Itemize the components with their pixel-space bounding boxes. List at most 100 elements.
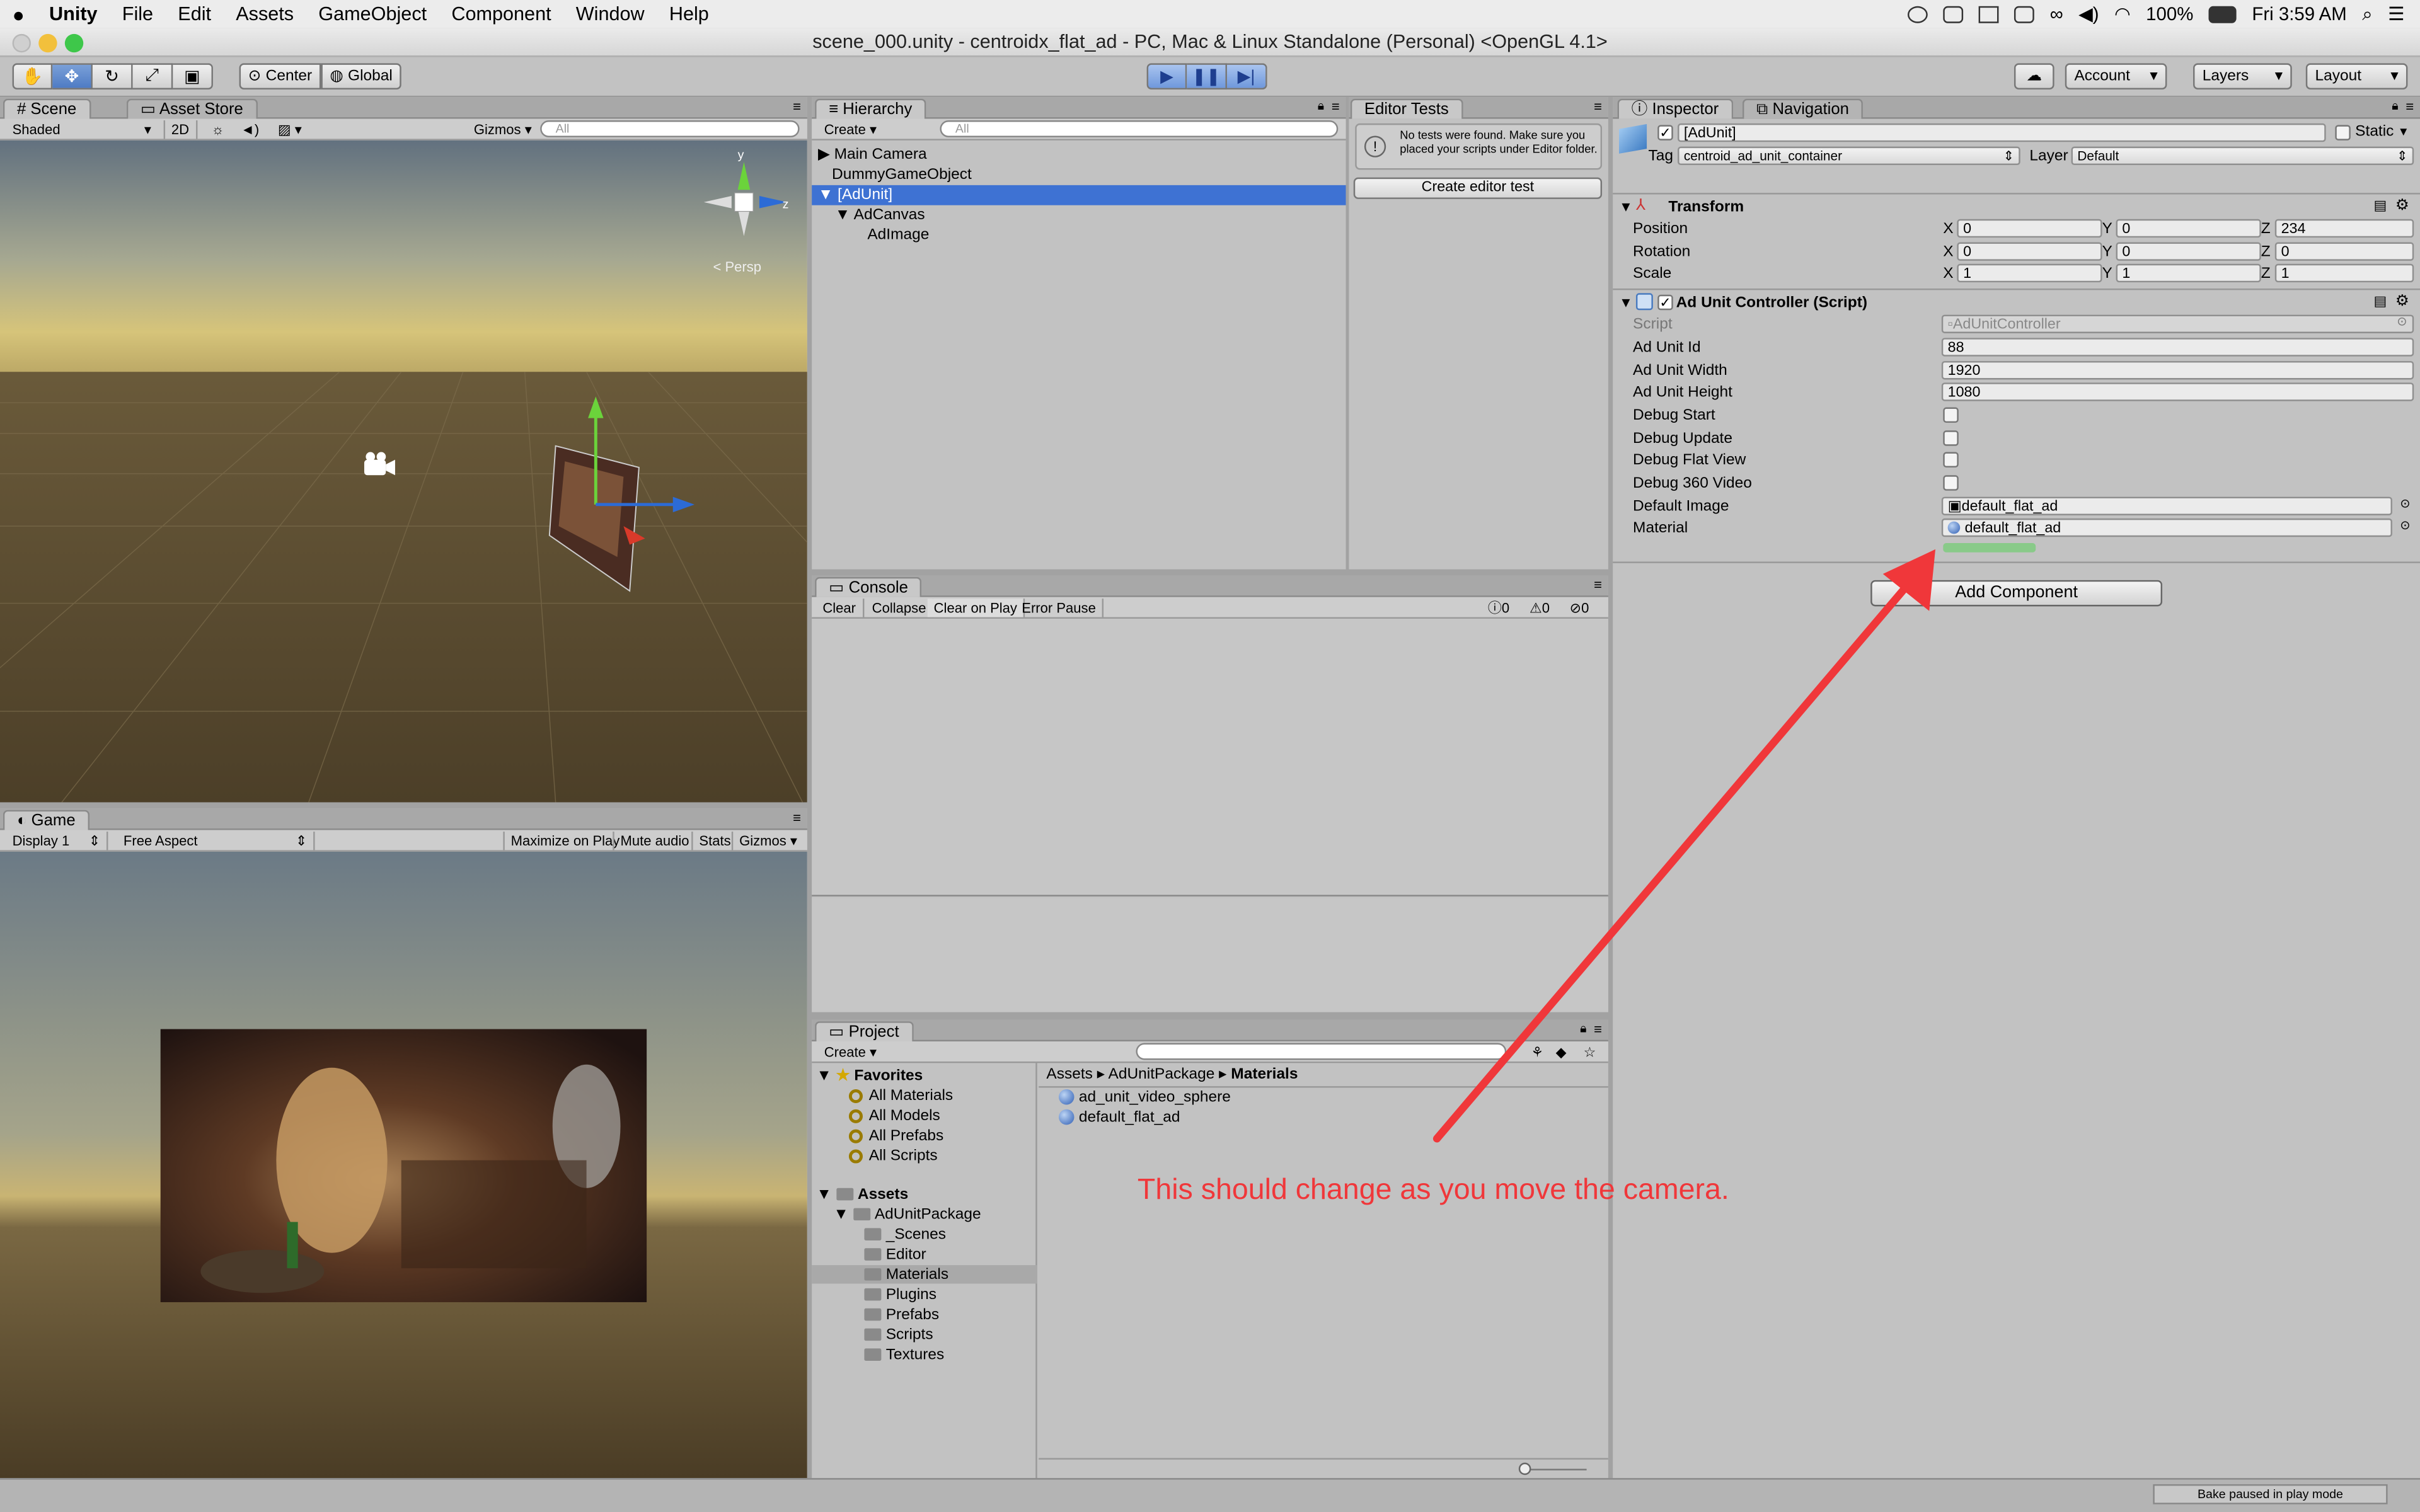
error-pause-toggle[interactable]: Error Pause (1015, 598, 1104, 617)
debug-update-checkbox[interactable] (1943, 430, 1959, 446)
folder-adunitpackage[interactable]: ▼ AdUnitPackage (833, 1205, 981, 1225)
tab-scene[interactable]: # Scene (3, 98, 91, 119)
zoom-window-button[interactable] (64, 33, 84, 53)
folder-scenes[interactable]: _Scenes (864, 1225, 946, 1246)
log-count-toggle[interactable]: ⓘ0 (1482, 598, 1516, 617)
scale-x-field[interactable]: 1 (1957, 263, 2102, 283)
help-book-icon[interactable]: ▤ (2374, 293, 2387, 310)
stats-toggle[interactable]: Stats (691, 832, 737, 850)
layer-dropdown[interactable]: Default ⇕ (2071, 146, 2414, 166)
panel-menu-icon[interactable]: ≡ (1594, 577, 1602, 592)
docker-icon[interactable] (1943, 5, 1964, 23)
icon-size-slider-track[interactable] (1521, 1469, 1587, 1470)
spotlight-search-icon[interactable]: ⌕ (2362, 3, 2372, 26)
favorite-all-prefabs[interactable]: All Prefabs (848, 1126, 943, 1147)
active-checkbox[interactable]: ✓ (1657, 125, 1673, 140)
tab-inspector[interactable]: ⓘ Inspector (1617, 98, 1733, 119)
panel-menu-icon[interactable]: ≡ (2406, 99, 2414, 114)
script-foldout-arrow-icon[interactable]: ▼ (1619, 295, 1633, 310)
panel-menu-icon[interactable]: ≡ (1594, 99, 1602, 114)
shading-mode-dropdown[interactable]: Shaded ▾ (6, 120, 158, 139)
ad-unit-height-field[interactable]: 1080 (1941, 382, 2414, 401)
tab-navigation[interactable]: ⧉ Navigation (1742, 98, 1864, 119)
transform-foldout-arrow-icon[interactable]: ▼ (1619, 199, 1633, 214)
position-z-field[interactable]: 234 (2274, 219, 2414, 238)
scene-search-input[interactable]: All (540, 120, 800, 137)
folder-plugins[interactable]: Plugins (864, 1285, 936, 1305)
close-window-button[interactable] (12, 33, 31, 53)
create-editor-test-button[interactable]: Create editor test (1353, 177, 1603, 199)
favorite-star-icon[interactable]: ☆ (1577, 1043, 1602, 1062)
ad-unit-id-field[interactable]: 88 (1941, 338, 2414, 357)
favorite-all-models[interactable]: All Models (848, 1106, 940, 1126)
console-collapse-button[interactable]: Collapse (866, 598, 934, 617)
console-log-list[interactable] (812, 619, 1608, 896)
breadcrumb-adunitpackage[interactable]: AdUnitPackage (1109, 1066, 1215, 1083)
help-book-icon[interactable]: ▤ (2374, 197, 2387, 214)
hierarchy-item-main-camera[interactable]: ▶ Main Camera (812, 145, 1345, 165)
game-viewport[interactable] (0, 851, 807, 1479)
debug-start-checkbox[interactable] (1943, 407, 1959, 423)
panel-menu-icon[interactable]: ≡ (793, 99, 801, 114)
lighting-toggle-icon[interactable]: ☼ (205, 120, 231, 139)
clock[interactable]: Fri 3:59 AM (2252, 3, 2346, 25)
menu-assets[interactable]: Assets (224, 3, 306, 25)
maximize-on-play-toggle[interactable]: Maximize on Play (503, 832, 626, 850)
rotate-tool-icon[interactable]: ↻ (92, 63, 133, 90)
menu-edit[interactable]: Edit (166, 3, 224, 25)
hierarchy-item-dummy[interactable]: DummyGameObject (812, 165, 1345, 185)
debug-360-video-checkbox[interactable] (1943, 475, 1959, 491)
icon-size-slider-thumb[interactable] (1518, 1462, 1531, 1475)
folder-scripts[interactable]: Scripts (864, 1326, 933, 1346)
error-count-toggle[interactable]: ⊘0 (1564, 598, 1595, 617)
menu-file[interactable]: File (110, 3, 166, 25)
ad-unit-width-field[interactable]: 1920 (1941, 361, 2414, 380)
warning-count-toggle[interactable]: ⚠0 (1523, 598, 1556, 617)
hierarchy-item-adunit[interactable]: ▼ [AdUnit] (812, 185, 1346, 205)
panel-menu-icon[interactable]: ≡ (793, 810, 801, 825)
drive-icon[interactable] (1979, 5, 1999, 23)
move-tool-icon[interactable]: ✥ (52, 63, 93, 90)
collab-cloud-button[interactable]: ☁ (2014, 63, 2054, 90)
space-toggle-button[interactable]: ◍ Global (321, 63, 401, 90)
play-button[interactable]: ▶ (1146, 63, 1187, 90)
default-image-field[interactable]: ▣default_flat_ad (1941, 496, 2392, 515)
clear-on-play-toggle[interactable]: Clear on Play (927, 598, 1025, 617)
menu-window[interactable]: Window (563, 3, 657, 25)
hierarchy-item-adcanvas[interactable]: ▼ AdCanvas (812, 205, 1345, 226)
minimize-window-button[interactable] (38, 33, 57, 53)
scale-z-field[interactable]: 1 (2274, 263, 2414, 283)
rect-tool-icon[interactable]: ▣ (173, 63, 213, 90)
collapse-arrow-icon[interactable]: ▼ (835, 207, 850, 224)
object-picker-icon[interactable]: ⊙ (2400, 518, 2410, 532)
menu-component[interactable]: Component (439, 3, 563, 25)
project-create-dropdown[interactable]: Create ▾ (818, 1043, 883, 1062)
tab-hierarchy[interactable]: ≡ Hierarchy (815, 98, 926, 119)
component-settings-gear-icon[interactable]: ⚙ (2395, 197, 2409, 214)
cloud-status-icon[interactable] (1908, 5, 1928, 23)
folder-prefabs[interactable]: Prefabs (864, 1305, 939, 1326)
volume-icon[interactable]: ◀) (2078, 3, 2099, 25)
filter-label-icon[interactable]: ◆ (1550, 1043, 1573, 1062)
gizmos-dropdown[interactable]: Gizmos ▾ (468, 120, 538, 139)
rotation-x-field[interactable]: 0 (1957, 242, 2102, 261)
menu-app-unity[interactable]: Unity (37, 3, 110, 25)
rotation-z-field[interactable]: 0 (2274, 242, 2414, 261)
step-button[interactable]: ▶| (1226, 63, 1267, 90)
position-x-field[interactable]: 0 (1957, 219, 2102, 238)
folder-textures[interactable]: Textures (864, 1346, 944, 1366)
object-picker-icon[interactable]: ⊙ (2400, 497, 2410, 511)
favorite-all-materials[interactable]: All Materials (848, 1086, 953, 1106)
pause-button[interactable]: ❚❚ (1187, 63, 1227, 90)
script-enabled-checkbox[interactable]: ✓ (1657, 294, 1673, 311)
collapse-arrow-icon[interactable]: ▼ (818, 186, 833, 203)
component-settings-gear-icon[interactable]: ⚙ (2395, 293, 2409, 310)
layout-dropdown[interactable]: Layout ▾ (2305, 63, 2408, 90)
panel-menu-icon[interactable]: ≡ (1332, 99, 1340, 114)
tab-game[interactable]: ◐ Game (3, 810, 89, 830)
tab-console[interactable]: ▭ Console (815, 576, 922, 597)
project-search-input[interactable] (1136, 1043, 1507, 1060)
notification-center-icon[interactable]: ☰ (2388, 3, 2404, 25)
breadcrumb-assets[interactable]: Assets (1046, 1066, 1093, 1083)
scale-y-field[interactable]: 1 (2116, 263, 2261, 283)
